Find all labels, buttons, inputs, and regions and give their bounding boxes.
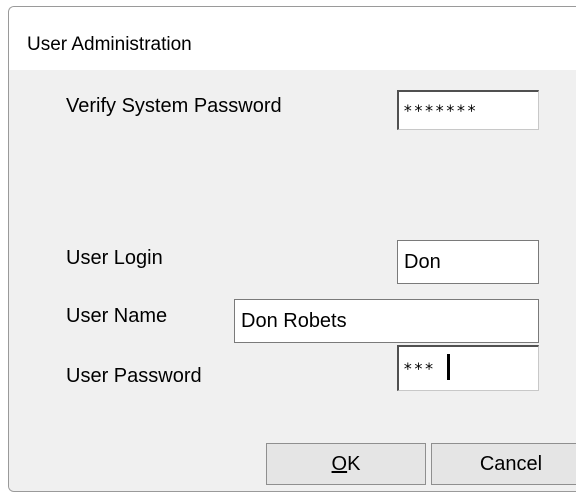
user-login-label: User Login bbox=[66, 247, 163, 269]
user-name-label: User Name bbox=[66, 305, 168, 327]
dialog-body: Verify System Password User Login User N… bbox=[9, 70, 576, 491]
ok-mnemonic: O bbox=[331, 452, 348, 475]
ok-button[interactable]: OK bbox=[266, 443, 426, 485]
title-bar[interactable]: User Administration bbox=[9, 7, 576, 70]
user-password-field[interactable] bbox=[397, 345, 539, 391]
cancel-button[interactable]: Cancel bbox=[431, 443, 576, 485]
dialog-title: User Administration bbox=[27, 34, 192, 55]
text-caret bbox=[447, 354, 450, 380]
user-name-field[interactable] bbox=[234, 299, 539, 343]
user-login-field[interactable] bbox=[397, 240, 539, 284]
verify-system-password-label: Verify System Password bbox=[66, 95, 282, 117]
verify-system-password-field[interactable] bbox=[397, 90, 539, 130]
user-password-label: User Password bbox=[66, 365, 202, 387]
user-administration-dialog: User Administration Verify System Passwo… bbox=[8, 6, 576, 492]
ok-label-rest: K bbox=[347, 452, 361, 475]
